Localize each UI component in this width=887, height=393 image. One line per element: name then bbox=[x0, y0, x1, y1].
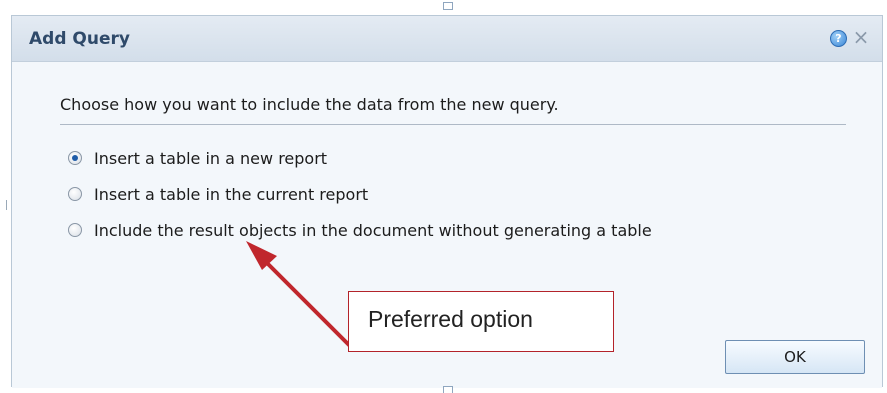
close-icon[interactable]: × bbox=[852, 27, 870, 47]
help-icon[interactable]: ? bbox=[830, 30, 847, 47]
resize-handle-bottom[interactable] bbox=[443, 386, 453, 393]
divider bbox=[60, 124, 846, 125]
callout-text: Preferred option bbox=[368, 306, 533, 332]
left-edge-marker bbox=[6, 200, 7, 210]
option-new-report[interactable]: Insert a table in a new report bbox=[68, 148, 327, 168]
radio-current-report[interactable] bbox=[68, 187, 82, 201]
dialog-title: Add Query bbox=[29, 29, 130, 49]
preferred-option-callout: Preferred option bbox=[348, 291, 614, 352]
ok-button[interactable]: OK bbox=[725, 340, 865, 374]
instruction-text: Choose how you want to include the data … bbox=[60, 95, 559, 114]
option-label: Insert a table in the current report bbox=[94, 184, 369, 204]
radio-result-objects[interactable] bbox=[68, 223, 82, 237]
option-label: Include the result objects in the docume… bbox=[94, 220, 652, 240]
option-current-report[interactable]: Insert a table in the current report bbox=[68, 184, 368, 204]
option-result-objects[interactable]: Include the result objects in the docume… bbox=[68, 220, 652, 240]
radio-new-report[interactable] bbox=[68, 151, 82, 165]
option-label: Insert a table in a new report bbox=[94, 148, 328, 168]
dialog-titlebar: Add Query ? × bbox=[12, 16, 882, 62]
resize-handle-top[interactable] bbox=[443, 2, 453, 10]
screenshot-stage: Add Query ? × Choose how you want to inc… bbox=[0, 0, 887, 393]
